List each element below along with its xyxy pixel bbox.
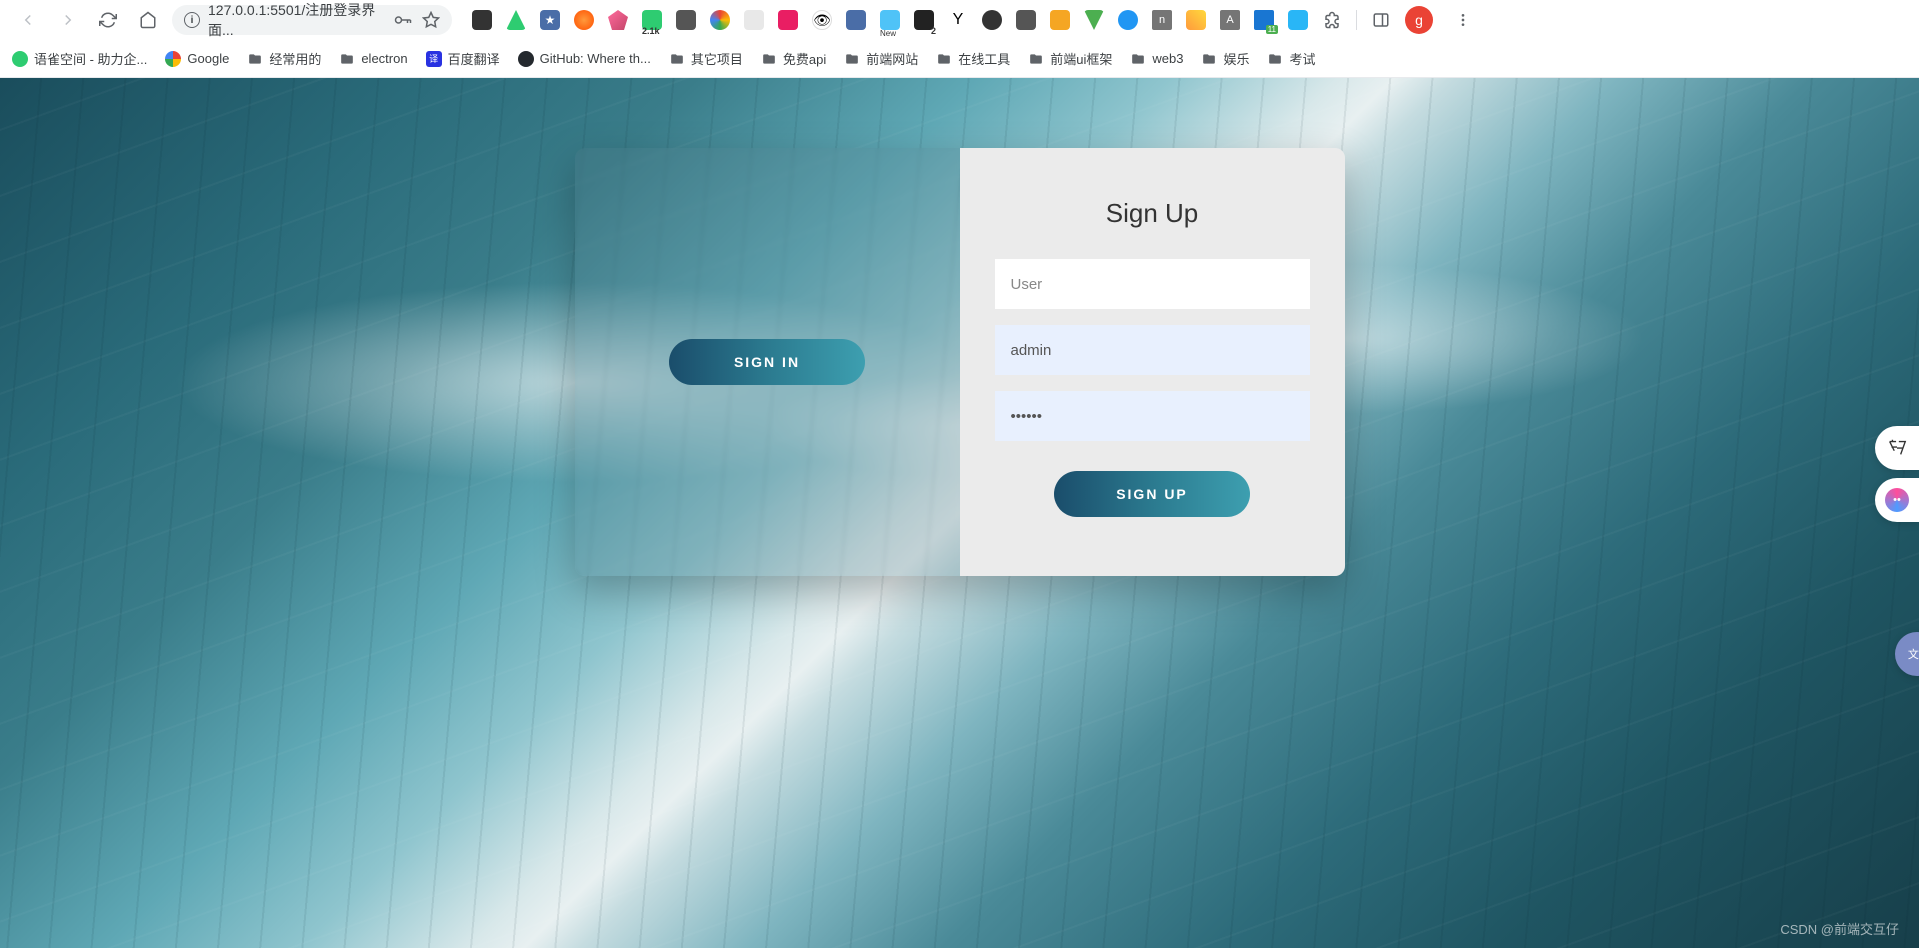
bookmark-label: 语雀空间 - 助力企... <box>34 49 147 68</box>
forward-button[interactable] <box>52 4 84 36</box>
profile-avatar[interactable]: g <box>1405 6 1433 34</box>
watermark: CSDN @前端交互仔 <box>1780 919 1899 938</box>
extension-icon[interactable] <box>472 10 492 30</box>
bookmark-folder[interactable]: 在线工具 <box>936 49 1010 68</box>
bookmarks-bar: 语雀空间 - 助力企... Google 经常用的 electron 译 百度翻… <box>0 40 1919 78</box>
bookmark-folder[interactable]: 其它项目 <box>669 49 743 68</box>
reload-button[interactable] <box>92 4 124 36</box>
extension-icon[interactable] <box>1084 10 1104 30</box>
bookmark-label: electron <box>361 51 407 66</box>
folder-icon <box>1028 52 1044 66</box>
password-input[interactable] <box>995 391 1310 441</box>
yuque-icon <box>12 51 28 67</box>
assistant-widget[interactable]: •• <box>1875 478 1919 522</box>
back-button[interactable] <box>12 4 44 36</box>
browser-toolbar: i 127.0.0.1:5501/注册登录界面... ★ 2.1k 👁 New … <box>0 0 1919 40</box>
bookmark-label: 在线工具 <box>958 49 1010 68</box>
bookmark-folder[interactable]: 前端网站 <box>844 49 918 68</box>
bookmark-label: web3 <box>1152 51 1183 66</box>
bookmark-yuque[interactable]: 语雀空间 - 助力企... <box>12 49 147 68</box>
extension-icon[interactable]: 2.1k <box>642 10 662 30</box>
extension-icon[interactable] <box>982 10 1002 30</box>
extension-icon[interactable] <box>846 10 866 30</box>
menu-button[interactable] <box>1447 4 1479 36</box>
extension-icon[interactable] <box>1288 10 1308 30</box>
extension-icon[interactable] <box>778 10 798 30</box>
extension-icon[interactable]: 👁 <box>812 10 832 30</box>
extension-icon[interactable] <box>1050 10 1070 30</box>
folder-icon <box>844 52 860 66</box>
folder-icon <box>339 52 355 66</box>
bookmark-github[interactable]: GitHub: Where th... <box>518 51 651 67</box>
bookmark-folder[interactable]: 娱乐 <box>1201 49 1249 68</box>
extension-icon[interactable] <box>744 10 764 30</box>
extension-icon[interactable] <box>1186 10 1206 30</box>
folder-icon <box>761 52 777 66</box>
auth-card: SIGN IN Sign Up SIGN UP <box>575 148 1345 576</box>
bookmark-folder[interactable]: 免费api <box>761 49 826 68</box>
folder-icon <box>1130 52 1146 66</box>
folder-icon <box>669 52 685 66</box>
bookmark-baidu[interactable]: 译 百度翻译 <box>426 49 500 68</box>
baidu-icon: 译 <box>426 51 442 67</box>
bookmark-label: Google <box>187 51 229 66</box>
bookmark-folder[interactable]: 前端ui框架 <box>1028 49 1112 68</box>
divider <box>1356 10 1357 30</box>
bookmark-folder[interactable]: 考试 <box>1267 49 1315 68</box>
extension-icon[interactable] <box>1118 10 1138 30</box>
extension-icon[interactable] <box>608 10 628 30</box>
bookmark-google[interactable]: Google <box>165 51 229 67</box>
folder-icon <box>1201 52 1217 66</box>
side-panel-icon[interactable] <box>1371 10 1391 30</box>
extension-icon[interactable] <box>574 10 594 30</box>
bookmark-folder[interactable]: 经常用的 <box>247 49 321 68</box>
signup-title: Sign Up <box>1106 198 1199 229</box>
extension-icon[interactable]: Y <box>948 10 968 30</box>
bookmark-label: 考试 <box>1289 49 1315 68</box>
folder-icon <box>247 52 263 66</box>
signup-button[interactable]: SIGN UP <box>1054 471 1250 517</box>
github-icon <box>518 51 534 67</box>
signup-panel: Sign Up SIGN UP <box>960 148 1345 576</box>
extension-icon[interactable]: ★ <box>540 10 560 30</box>
extension-icon[interactable]: 11 <box>1254 10 1274 30</box>
folder-icon <box>1267 52 1283 66</box>
page-content: SIGN IN Sign Up SIGN UP •• 文A CSDN @前端交互… <box>0 78 1919 948</box>
bookmark-label: 其它项目 <box>691 49 743 68</box>
bookmark-label: 娱乐 <box>1223 49 1249 68</box>
extension-icon[interactable]: New <box>880 10 900 30</box>
address-bar[interactable]: i 127.0.0.1:5501/注册登录界面... <box>172 5 452 35</box>
home-button[interactable] <box>132 4 164 36</box>
bookmark-star-icon[interactable] <box>422 11 440 29</box>
bookmark-folder[interactable]: electron <box>339 51 407 66</box>
site-info-icon[interactable]: i <box>184 12 200 28</box>
folder-icon <box>936 52 952 66</box>
bookmark-label: GitHub: Where th... <box>540 51 651 66</box>
key-icon[interactable] <box>394 13 412 27</box>
bookmark-label: 百度翻译 <box>448 49 500 68</box>
extension-icon[interactable] <box>676 10 696 30</box>
user-input[interactable] <box>995 259 1310 309</box>
bookmark-label: 经常用的 <box>269 49 321 68</box>
signin-button[interactable]: SIGN IN <box>669 339 865 385</box>
bookmark-label: 前端网站 <box>866 49 918 68</box>
translate-widget[interactable] <box>1875 426 1919 470</box>
extension-icon[interactable] <box>1016 10 1036 30</box>
extensions-row: ★ 2.1k 👁 New 2 Y n A 11 g <box>472 4 1907 36</box>
username-input[interactable] <box>995 325 1310 375</box>
extension-icon[interactable] <box>710 10 730 30</box>
google-icon <box>165 51 181 67</box>
bookmark-folder[interactable]: web3 <box>1130 51 1183 66</box>
url-text: 127.0.0.1:5501/注册登录界面... <box>208 0 386 40</box>
signin-panel: SIGN IN <box>575 148 960 576</box>
extension-icon[interactable]: 2 <box>914 10 934 30</box>
extension-icon[interactable]: n <box>1152 10 1172 30</box>
extension-icon[interactable]: A <box>1220 10 1240 30</box>
extension-icon[interactable] <box>506 10 526 30</box>
extensions-menu-icon[interactable] <box>1322 10 1342 30</box>
bookmark-label: 前端ui框架 <box>1050 49 1112 68</box>
bookmark-label: 免费api <box>783 49 826 68</box>
